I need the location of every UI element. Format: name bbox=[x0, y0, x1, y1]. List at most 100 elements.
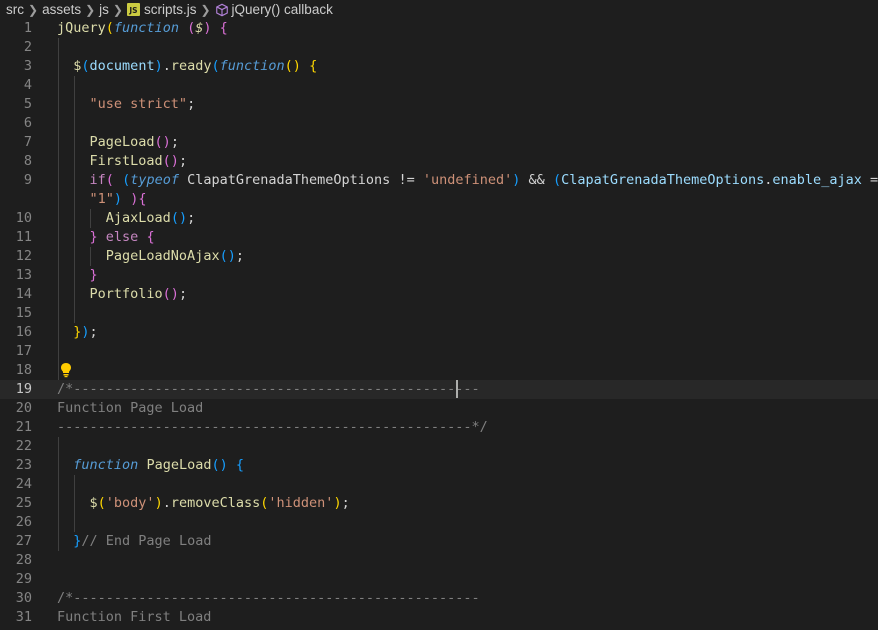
code-token: Function Page Load bbox=[57, 400, 204, 416]
code-line[interactable]: 10 AjaxLoad(); bbox=[0, 209, 878, 228]
code-line[interactable]: 19 /*------------------------------------… bbox=[0, 380, 878, 399]
code-token: ) bbox=[154, 58, 163, 74]
code-line[interactable]: 23 function PageLoad() { bbox=[0, 456, 878, 475]
code-line[interactable]: 31 Function First Load bbox=[0, 608, 878, 627]
code-token: { bbox=[219, 20, 228, 36]
code-token: AjaxLoad bbox=[105, 210, 171, 226]
code-line[interactable]: 30 /*------------------------------------… bbox=[0, 589, 878, 608]
code-line[interactable]: 28 bbox=[0, 551, 878, 570]
breadcrumb-file[interactable]: scripts.js bbox=[144, 2, 197, 17]
code-line[interactable]: 25 $('body').removeClass('hidden'); bbox=[0, 494, 878, 513]
line-number: 25 bbox=[15, 495, 32, 511]
lightbulb-icon[interactable] bbox=[59, 362, 73, 378]
code-line[interactable]: 15 bbox=[0, 304, 878, 323]
code-token: function bbox=[113, 20, 179, 36]
code-line[interactable]: 17 bbox=[0, 342, 878, 361]
code-token: 'undefined' bbox=[422, 172, 513, 188]
code-line[interactable]: 1 jQuery(function ($) { bbox=[0, 19, 878, 38]
code-token: /*--------------------------------------… bbox=[57, 590, 480, 606]
code-token: enable_ajax bbox=[772, 172, 862, 188]
indent-guide bbox=[58, 38, 59, 380]
code-editor[interactable]: 1 jQuery(function ($) {2 3 $(document).rea… bbox=[0, 19, 878, 630]
line-number: 21 bbox=[15, 419, 32, 435]
indent-guide bbox=[74, 76, 75, 323]
breadcrumb-js[interactable]: js bbox=[99, 2, 109, 17]
code-line[interactable]: 21 --------------------------------------… bbox=[0, 418, 878, 437]
code-token: ) bbox=[203, 20, 212, 36]
code-token: ClapatGrenadaThemeOptions bbox=[561, 172, 765, 188]
code-line[interactable]: 20 Function Page Load bbox=[0, 399, 878, 418]
code-text: }); bbox=[57, 323, 97, 342]
code-token: ( bbox=[97, 495, 106, 511]
code-line[interactable]: "1") ){ bbox=[0, 190, 878, 209]
code-line[interactable]: 6 bbox=[0, 114, 878, 133]
code-line[interactable]: 9 if( (typeof ClapatGrenadaThemeOptions … bbox=[0, 171, 878, 190]
line-number: 14 bbox=[15, 286, 32, 302]
code-token: 'hidden' bbox=[268, 495, 334, 511]
code-line[interactable]: 3 $(document).ready(function() { bbox=[0, 57, 878, 76]
code-token: FirstLoad bbox=[89, 153, 163, 169]
chevron-right-icon: ❯ bbox=[85, 2, 96, 17]
line-number: 17 bbox=[15, 343, 32, 359]
code-text: /*--------------------------------------… bbox=[57, 589, 480, 608]
code-token: () bbox=[154, 134, 171, 150]
code-line[interactable]: 14 Portfolio(); bbox=[0, 285, 878, 304]
breadcrumb-src[interactable]: src bbox=[6, 2, 24, 17]
code-line[interactable]: 8 FirstLoad(); bbox=[0, 152, 878, 171]
code-line[interactable]: 24 bbox=[0, 475, 878, 494]
code-token: "use strict" bbox=[89, 96, 188, 112]
code-token: PageLoadNoAjax bbox=[105, 248, 220, 264]
code-token: Portfolio bbox=[89, 286, 163, 302]
code-token: () bbox=[162, 153, 179, 169]
code-token: PageLoad bbox=[146, 457, 212, 473]
code-line[interactable]: 27 }// End Page Load bbox=[0, 532, 878, 551]
code-line[interactable]: 26 bbox=[0, 513, 878, 532]
code-token: ) bbox=[154, 495, 163, 511]
breadcrumb-symbol[interactable]: jQuery() callback bbox=[232, 2, 333, 17]
code-token: { bbox=[235, 457, 245, 473]
code-line[interactable]: 12 PageLoadNoAjax(); bbox=[0, 247, 878, 266]
code-token: ( bbox=[211, 58, 220, 74]
code-line[interactable]: 16 }); bbox=[0, 323, 878, 342]
code-token: ; bbox=[187, 96, 196, 112]
code-line[interactable]: 5 "use strict"; bbox=[0, 95, 878, 114]
line-number: 7 bbox=[23, 134, 32, 150]
code-line[interactable]: 13 } bbox=[0, 266, 878, 285]
line-number: 19 bbox=[15, 381, 32, 397]
code-text: AjaxLoad(); bbox=[57, 209, 195, 228]
breadcrumb-assets[interactable]: assets bbox=[42, 2, 81, 17]
line-number: 15 bbox=[15, 305, 32, 321]
code-token: PageLoad bbox=[89, 134, 155, 150]
code-line[interactable]: 2 bbox=[0, 38, 878, 57]
code-token: { bbox=[146, 229, 155, 245]
code-token: () bbox=[219, 248, 236, 264]
symbol-method-icon bbox=[215, 3, 228, 16]
code-text: if( (typeof ClapatGrenadaThemeOptions !=… bbox=[57, 171, 878, 190]
line-number: 9 bbox=[23, 172, 32, 188]
code-token: ; bbox=[187, 210, 196, 226]
line-number: 24 bbox=[15, 476, 32, 492]
code-text: $('body').removeClass('hidden'); bbox=[57, 494, 350, 513]
code-token: typeof bbox=[130, 172, 179, 188]
code-line[interactable]: 11 } else { bbox=[0, 228, 878, 247]
code-line[interactable]: 7 PageLoad(); bbox=[0, 133, 878, 152]
code-line[interactable]: 18 bbox=[0, 361, 878, 380]
code-token: ) bbox=[81, 324, 90, 340]
code-text: PageLoad(); bbox=[57, 133, 179, 152]
code-token: document bbox=[89, 58, 155, 74]
code-token: } bbox=[89, 267, 98, 283]
code-text: jQuery(function ($) { bbox=[57, 19, 228, 38]
code-token: removeClass bbox=[170, 495, 261, 511]
code-token: () bbox=[162, 286, 179, 302]
code-line[interactable]: 4 bbox=[0, 76, 878, 95]
line-number: 20 bbox=[15, 400, 32, 416]
code-line[interactable]: 22 bbox=[0, 437, 878, 456]
code-line[interactable]: 29 bbox=[0, 570, 878, 589]
code-token: { bbox=[138, 191, 147, 207]
